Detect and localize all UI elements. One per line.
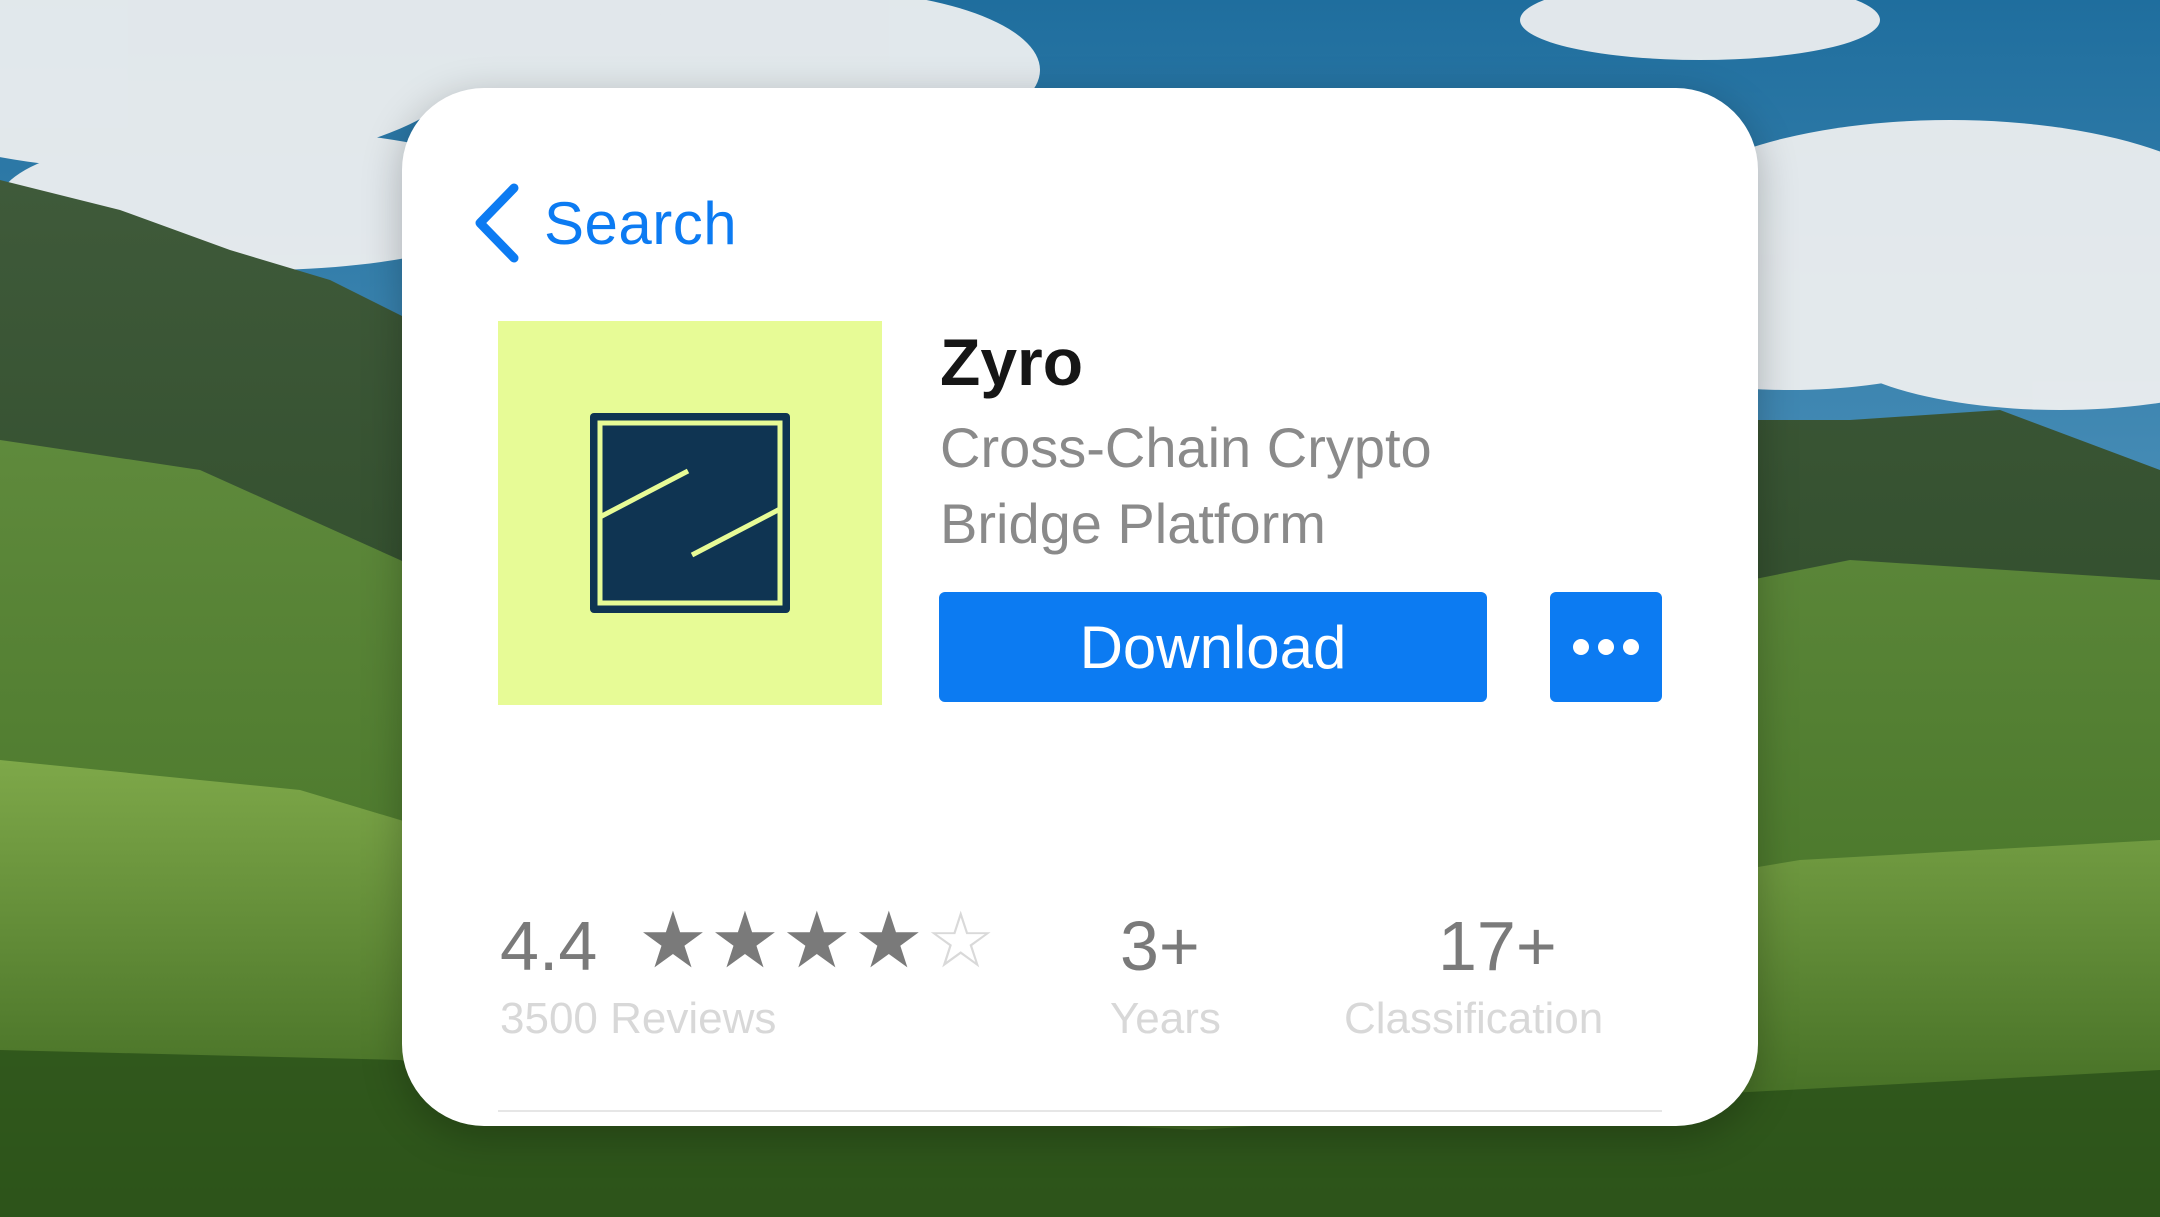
age-value: 3+	[1120, 907, 1200, 985]
classification-label: Classification	[1344, 994, 1604, 1043]
star-empty-icon: ☆	[925, 896, 996, 984]
zyro-logo-icon	[590, 413, 790, 613]
more-options-button[interactable]	[1550, 592, 1662, 702]
app-subtitle: Cross-Chain Crypto Bridge Platform	[940, 416, 1432, 555]
app-icon	[498, 321, 882, 705]
classification-value: 17+	[1438, 907, 1557, 985]
divider	[498, 1110, 1662, 1112]
star-filled-icon: ★	[638, 896, 708, 984]
app-name: Zyro	[940, 325, 1084, 399]
back-label: Search	[544, 189, 738, 257]
reviews-count: 3500 Reviews	[500, 994, 777, 1043]
download-button[interactable]: Download	[939, 592, 1487, 702]
back-to-search-button[interactable]: Search	[472, 182, 737, 264]
chevron-left-icon	[475, 183, 519, 263]
star-filled-icon: ★	[709, 896, 780, 984]
age-label: Years	[1110, 994, 1221, 1043]
star-filled-icon: ★	[781, 896, 852, 984]
app-store-card: Search Zyro Cross-Chain Crypto Bridge Pl…	[402, 88, 1758, 1126]
ellipsis-icon	[1573, 639, 1639, 655]
rating-stars: ★ ★ ★ ★ ☆	[638, 900, 998, 980]
rating-value: 4.4	[500, 907, 598, 985]
star-filled-icon: ★	[853, 896, 924, 984]
